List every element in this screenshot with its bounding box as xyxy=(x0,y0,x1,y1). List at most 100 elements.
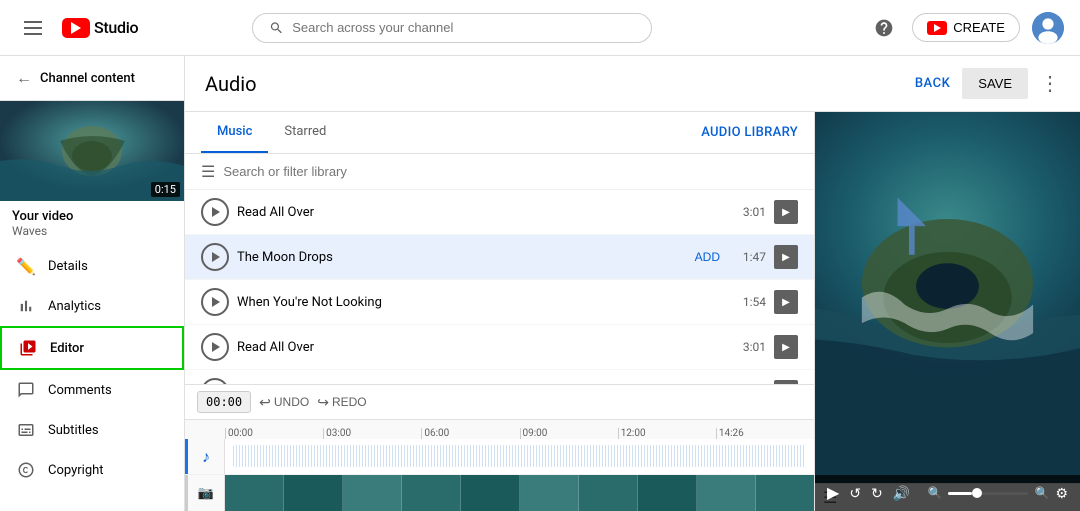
track-name-0: Read All Over xyxy=(237,205,728,220)
analytics-label: Analytics xyxy=(48,299,101,314)
hamburger-menu[interactable] xyxy=(16,13,50,43)
audio-library-link[interactable]: AUDIO LIBRARY xyxy=(701,125,798,140)
tab-music[interactable]: Music xyxy=(201,112,268,153)
video-track-row: 📷 xyxy=(185,475,814,511)
preview-button-2[interactable]: ▶ xyxy=(774,290,798,314)
tabs-row: Music Starred AUDIO LIBRARY xyxy=(185,112,814,154)
time-ruler: 00:00 03:00 06:00 09:00 12:00 14:26 xyxy=(185,419,814,439)
zoom-in-icon[interactable]: 🔍 xyxy=(1034,486,1049,500)
analytics-icon xyxy=(16,296,36,316)
ruler-mark-1: 03:00 xyxy=(323,428,421,439)
play-button-3[interactable] xyxy=(201,333,229,361)
avatar-icon xyxy=(1032,12,1064,44)
undo-button[interactable]: ↩ UNDO xyxy=(259,394,309,411)
preview-button-1[interactable]: ▶ xyxy=(774,245,798,269)
video-camera-icon: 📷 xyxy=(198,486,214,501)
youtube-icon xyxy=(62,18,90,38)
video-thumbnail: 0:15 xyxy=(0,101,184,201)
back-arrow-icon: ← xyxy=(16,68,32,88)
help-icon xyxy=(874,18,894,38)
track-row-3: Read All Over 3:01 ▶ xyxy=(185,325,814,370)
play-button-2[interactable] xyxy=(201,288,229,316)
preview-button-0[interactable]: ▶ xyxy=(774,200,798,224)
studio-label: Studio xyxy=(94,18,138,37)
audio-title: Audio xyxy=(205,72,257,96)
video-play-button[interactable]: ▶ xyxy=(827,483,839,503)
track-name-2: When You're Not Looking xyxy=(237,295,728,310)
filter-icon: ☰ xyxy=(201,162,215,181)
video-frame-6 xyxy=(520,475,579,511)
search-input[interactable] xyxy=(292,20,635,35)
filter-bar: ☰ xyxy=(185,154,814,190)
ruler-mark-3: 09:00 xyxy=(520,428,618,439)
track-row-highlighted: The Moon Drops ADD 1:47 ▶ xyxy=(185,235,814,280)
sidebar-back[interactable]: ← Channel content xyxy=(0,56,184,101)
video-frame-9 xyxy=(697,475,756,511)
track-rows: ♪ 📷 xyxy=(185,439,814,511)
sidebar-item-editor[interactable]: Editor xyxy=(0,326,184,370)
play-button-1[interactable] xyxy=(201,243,229,271)
video-title: Your video xyxy=(12,209,172,224)
video-frame-1 xyxy=(225,475,284,511)
settings-button[interactable]: ⚙ xyxy=(1055,485,1068,502)
sidebar-item-comments[interactable]: Comments xyxy=(0,370,184,410)
content-body: Music Starred AUDIO LIBRARY ☰ Read All O… xyxy=(185,112,1080,511)
channel-content-label: Channel content xyxy=(40,71,135,86)
sidebar-item-copyright[interactable]: Copyright xyxy=(0,450,184,490)
timeline-toolbar: 00:00 ↩ UNDO ↪ REDO xyxy=(185,384,814,419)
ruler-mark-0: 00:00 xyxy=(225,428,323,439)
main-content: Audio BACK SAVE ⋮ Music Starred AUDIO LI… xyxy=(185,56,1080,511)
copyright-label: Copyright xyxy=(48,463,104,478)
volume-button[interactable]: 🔊 xyxy=(893,485,910,502)
zoom-out-icon[interactable]: 🔍 xyxy=(928,486,943,500)
details-label: Details xyxy=(48,259,88,274)
header-actions: BACK SAVE ⋮ xyxy=(915,68,1060,99)
zoom-slider-track[interactable] xyxy=(948,492,1028,495)
audio-track-content[interactable] xyxy=(225,439,814,474)
search-icon xyxy=(269,20,284,36)
undo-icon: ↩ xyxy=(259,394,271,411)
redo-button[interactable]: ↪ REDO xyxy=(317,394,366,411)
more-options-button[interactable]: ⋮ xyxy=(1040,71,1060,96)
ruler-mark-5: 14:26 xyxy=(716,428,814,439)
help-button[interactable] xyxy=(868,12,900,44)
rewind-button[interactable]: ↺ xyxy=(849,485,861,502)
audio-track-icon-col: ♪ xyxy=(185,439,225,474)
search-bar xyxy=(252,13,652,43)
top-navigation: Studio CREATE xyxy=(0,0,1080,56)
sidebar-item-details[interactable]: ✏️ Details xyxy=(0,246,184,286)
time-display: 00:00 xyxy=(197,391,251,413)
track-duration-0: 3:01 xyxy=(736,205,766,219)
tab-starred[interactable]: Starred xyxy=(268,112,342,153)
video-frame-4 xyxy=(402,475,461,511)
sidebar: ← Channel content 0:15 Your video xyxy=(0,56,185,511)
preview-button-3[interactable]: ▶ xyxy=(774,335,798,359)
redo-label: REDO xyxy=(332,395,367,409)
zoom-slider-fill xyxy=(948,492,972,495)
thumb-duration: 0:15 xyxy=(151,182,180,197)
video-track-content[interactable] xyxy=(225,475,814,511)
video-preview-panel: ▶ ↺ ↻ 🔊 🔍 🔍 ⚙ ☰ xyxy=(815,112,1080,511)
add-button-1[interactable]: ADD xyxy=(687,246,728,268)
video-frame-7 xyxy=(579,475,638,511)
filter-input[interactable] xyxy=(223,164,798,179)
audio-waveform xyxy=(233,445,806,467)
comments-label: Comments xyxy=(48,383,112,398)
video-controls: ▶ ↺ ↻ 🔊 🔍 🔍 ⚙ xyxy=(815,475,1080,511)
forward-button[interactable]: ↻ xyxy=(871,485,883,502)
save-button[interactable]: SAVE xyxy=(962,68,1028,99)
right-controls: 🔍 🔍 ⚙ xyxy=(928,485,1068,502)
play-button-0[interactable] xyxy=(201,198,229,226)
sidebar-item-subtitles[interactable]: Subtitles xyxy=(0,410,184,450)
sidebar-item-analytics[interactable]: Analytics xyxy=(0,286,184,326)
details-icon: ✏️ xyxy=(16,256,36,276)
editor-label: Editor xyxy=(50,341,84,356)
content-header: Audio BACK SAVE ⋮ xyxy=(185,56,1080,112)
video-track-icon-col: 📷 xyxy=(185,475,225,511)
avatar[interactable] xyxy=(1032,12,1064,44)
video-subtitle: Waves xyxy=(12,224,172,238)
back-link[interactable]: BACK xyxy=(915,76,950,91)
logo[interactable]: Studio xyxy=(62,18,138,38)
track-duration-3: 3:01 xyxy=(736,340,766,354)
create-button[interactable]: CREATE xyxy=(912,13,1020,42)
